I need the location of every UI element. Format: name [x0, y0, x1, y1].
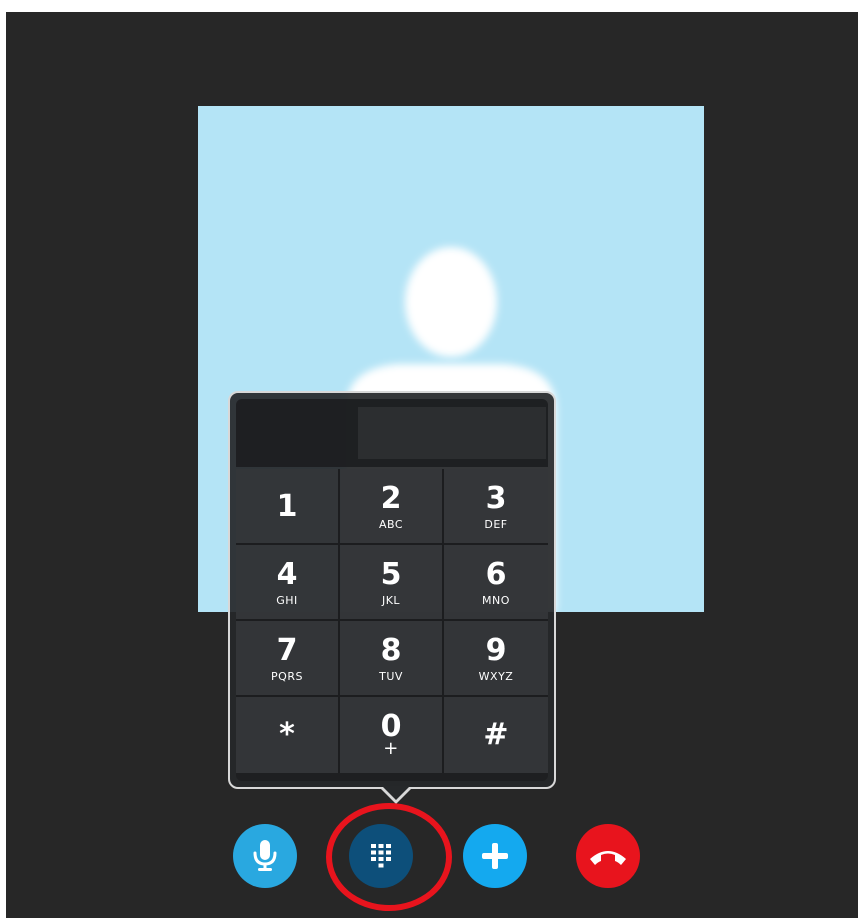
key-digit: 8	[380, 633, 402, 668]
key-digit: #	[483, 717, 509, 752]
add-participant-button[interactable]	[463, 824, 527, 888]
dialpad-key-hash[interactable]: #	[444, 697, 548, 773]
dialpad-key-4[interactable]: 4 GHI	[236, 545, 340, 621]
dialpad-display	[236, 399, 548, 467]
key-digit: 7	[276, 633, 298, 668]
dialpad-button[interactable]	[349, 824, 413, 888]
mute-button[interactable]	[233, 824, 297, 888]
dialpad-key-6[interactable]: 6 MNO	[444, 545, 548, 621]
dialpad-key-2[interactable]: 2 ABC	[340, 469, 444, 545]
key-digit: 3	[485, 481, 507, 516]
hang-up-icon	[590, 851, 626, 865]
key-digit: 1	[276, 489, 298, 524]
dialpad-key-1[interactable]: 1	[236, 469, 340, 545]
dialpad-key-3[interactable]: 3 DEF	[444, 469, 548, 545]
dialpad-number-input[interactable]	[358, 407, 546, 459]
key-letters: TUV	[379, 670, 403, 683]
dialpad-footer	[236, 773, 548, 781]
key-letters: GHI	[276, 594, 298, 607]
key-letters: WXYZ	[478, 670, 514, 683]
key-digit: 9	[485, 633, 507, 668]
dialpad-key-0[interactable]: 0 +	[340, 697, 444, 773]
key-digit: 2	[380, 481, 402, 516]
key-letters: ABC	[378, 518, 404, 531]
key-digit: 4	[276, 557, 298, 592]
key-digit: 6	[485, 557, 507, 592]
key-letters: MNO	[482, 594, 510, 607]
key-digit: *	[279, 717, 295, 752]
dialpad-icon	[371, 844, 391, 868]
call-window: 1 2 ABC 3 DEF 4 GHI 5 JKL 6 MNO 7 PQRS 8…	[6, 12, 858, 918]
key-letters: PQRS	[271, 670, 303, 683]
dialpad-keys: 1 2 ABC 3 DEF 4 GHI 5 JKL 6 MNO 7 PQRS 8…	[236, 469, 548, 773]
dialpad-pointer-inner	[382, 786, 410, 800]
dialpad-key-star[interactable]: *	[236, 697, 340, 773]
dialpad-key-9[interactable]: 9 WXYZ	[444, 621, 548, 697]
key-letters: JKL	[381, 594, 401, 607]
microphone-icon	[253, 840, 277, 871]
plus-icon	[482, 843, 508, 869]
key-digit: 5	[380, 557, 402, 592]
dialpad-key-5[interactable]: 5 JKL	[340, 545, 444, 621]
end-call-button[interactable]	[576, 824, 640, 888]
dialpad-popup: 1 2 ABC 3 DEF 4 GHI 5 JKL 6 MNO 7 PQRS 8…	[228, 391, 556, 804]
key-letters: +	[383, 738, 399, 759]
dialpad-key-8[interactable]: 8 TUV	[340, 621, 444, 697]
key-letters: DEF	[484, 518, 508, 531]
dialpad-key-7[interactable]: 7 PQRS	[236, 621, 340, 697]
